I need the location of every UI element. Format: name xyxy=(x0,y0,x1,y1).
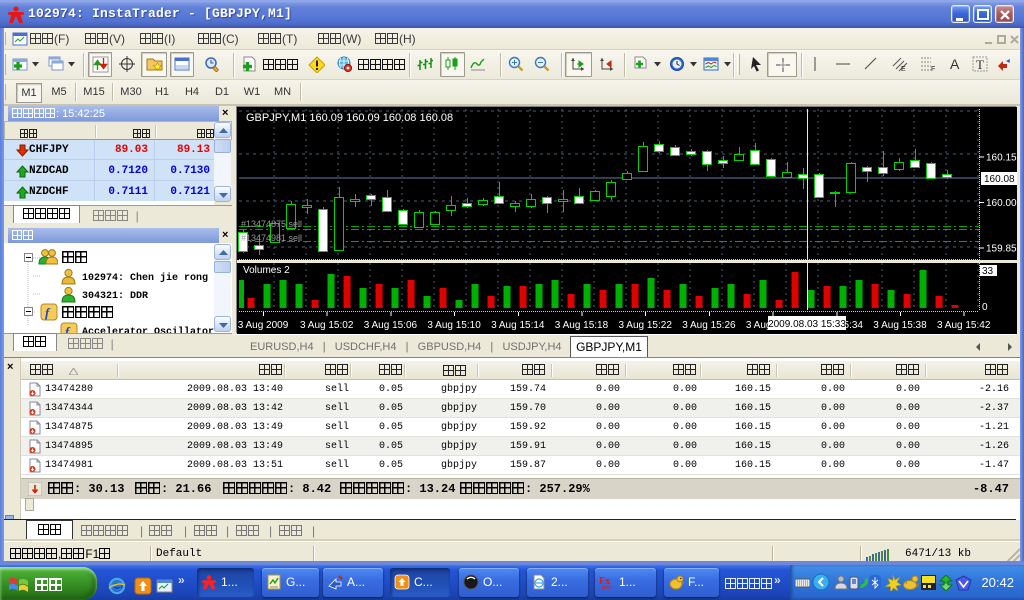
svg-text:3 Aug 15:26: 3 Aug 15:26 xyxy=(682,320,736,331)
svg-text:3 Aug 15:22: 3 Aug 15:22 xyxy=(619,320,673,331)
svg-text:3 Aug 15:18: 3 Aug 15:18 xyxy=(555,320,609,331)
svg-text:160.15: 160.15 xyxy=(986,153,1017,164)
svg-text:3 Aug 15:14: 3 Aug 15:14 xyxy=(491,320,545,331)
svg-text:#13474981 sell: #13474981 sell xyxy=(241,233,302,243)
svg-text:0: 0 xyxy=(982,302,988,313)
svg-text:3 Aug 15:38: 3 Aug 15:38 xyxy=(873,320,927,331)
svg-text:E: E xyxy=(901,66,906,73)
svg-text:Volumes 2: Volumes 2 xyxy=(243,265,290,276)
svg-text:GBPJPY,M1 160.09 160.09 160.0: GBPJPY,M1 160.09 160.09 160.08 160.08 xyxy=(246,112,453,124)
svg-text:160.00: 160.00 xyxy=(986,198,1017,209)
svg-text:3 Aug 15:10: 3 Aug 15:10 xyxy=(427,320,481,331)
svg-text:160.08: 160.08 xyxy=(984,174,1015,185)
svg-text:3 Aug 15:42: 3 Aug 15:42 xyxy=(937,320,991,331)
svg-text:A: A xyxy=(950,56,960,72)
svg-text:159.85: 159.85 xyxy=(986,244,1017,255)
svg-text:3 Aug 15:06: 3 Aug 15:06 xyxy=(364,320,418,331)
svg-text:3 Aug 2009: 3 Aug 2009 xyxy=(238,320,289,331)
svg-text:2009.08.03 15:33: 2009.08.03 15:33 xyxy=(768,319,846,330)
svg-text:3 Aug 15:02: 3 Aug 15:02 xyxy=(300,320,354,331)
svg-text:#13474875 sell: #13474875 sell xyxy=(241,219,302,229)
svg-text:T: T xyxy=(976,57,984,72)
svg-text:pro: pro xyxy=(602,585,611,590)
svg-text:33: 33 xyxy=(982,266,994,277)
svg-text:F: F xyxy=(931,66,935,73)
